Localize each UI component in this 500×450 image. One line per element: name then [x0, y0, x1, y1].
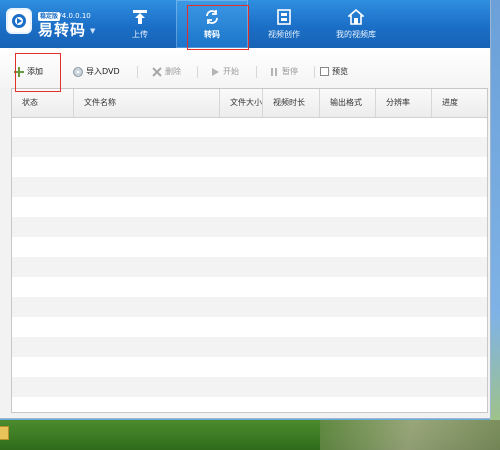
table-row	[12, 337, 487, 357]
home-icon	[348, 9, 364, 25]
table-row	[12, 237, 487, 257]
table-row	[12, 197, 487, 217]
table-row	[12, 277, 487, 297]
toolbar-divider	[256, 66, 257, 78]
table-row	[12, 177, 487, 197]
import-dvd-label: 导入DVD	[86, 67, 120, 76]
column-header-status[interactable]: 状态	[12, 89, 74, 117]
column-header-filename[interactable]: 文件名称	[74, 89, 220, 117]
tab-video-create-label: 视频创作	[268, 30, 300, 39]
start-button[interactable]: 开始	[210, 66, 239, 78]
delete-button[interactable]: 删除	[152, 66, 181, 78]
film-icon	[277, 9, 291, 25]
table-row	[12, 217, 487, 237]
annotation-box-add	[15, 53, 61, 92]
column-header-duration[interactable]: 视频时长	[263, 89, 320, 117]
app-version: V4.0.0.10	[57, 12, 91, 20]
desktop-background	[490, 0, 500, 450]
play-icon	[212, 67, 219, 76]
menu-caret-icon[interactable]: ▼	[90, 27, 95, 35]
app-logo-icon	[6, 8, 32, 34]
pause-label: 暂停	[282, 67, 298, 76]
tab-video-library-label: 我的视频库	[336, 30, 376, 39]
toolbar-divider	[137, 66, 138, 78]
file-table: 状态 文件名称 文件大小 视频时长 输出格式 分辨率 进度	[11, 88, 488, 413]
preview-label: 预览	[332, 67, 348, 76]
table-row	[12, 297, 487, 317]
table-body[interactable]	[12, 117, 487, 412]
preview-checkbox[interactable]: 预览	[320, 66, 348, 78]
pause-button[interactable]: 暂停	[269, 66, 298, 78]
tab-video-library[interactable]: 我的视频库	[320, 0, 392, 48]
tab-upload[interactable]: 上传	[104, 0, 176, 48]
disc-icon	[73, 66, 83, 77]
toolbar: 添加 导入DVD 删除 开始 暂停 预览	[0, 48, 490, 88]
start-label: 开始	[223, 67, 239, 76]
table-row	[12, 117, 487, 137]
table-row	[12, 157, 487, 177]
table-row	[12, 317, 487, 337]
delete-label: 删除	[165, 67, 181, 76]
annotation-box-convert	[187, 5, 249, 50]
table-row	[12, 397, 487, 412]
pause-icon	[271, 67, 277, 76]
column-header-format[interactable]: 输出格式	[320, 89, 376, 117]
tab-video-create[interactable]: 视频创作	[248, 0, 320, 48]
import-dvd-button[interactable]: 导入DVD	[73, 66, 120, 78]
upload-icon	[133, 10, 147, 24]
table-row	[12, 137, 487, 157]
table-header: 状态 文件名称 文件大小 视频时长 输出格式 分辨率 进度	[12, 89, 487, 118]
app-name: 易转码	[38, 21, 87, 39]
toolbar-divider	[197, 66, 198, 78]
column-header-progress[interactable]: 进度	[432, 89, 487, 117]
app-window: 稳定版 V4.0.0.10 易转码 ▼ 上传 转码 视频创作 我的视频库 添加 …	[0, 0, 491, 419]
tab-upload-label: 上传	[132, 30, 148, 39]
table-row	[12, 257, 487, 277]
table-row	[12, 357, 487, 377]
column-header-filesize[interactable]: 文件大小	[220, 89, 263, 117]
preview-checkbox-box[interactable]	[320, 67, 329, 76]
table-row	[12, 377, 487, 397]
delete-icon	[152, 66, 162, 77]
toolbar-divider	[314, 66, 315, 78]
column-header-resolution[interactable]: 分辨率	[376, 89, 432, 117]
desktop-path	[320, 420, 500, 450]
desktop-folder-icon[interactable]	[0, 426, 9, 440]
